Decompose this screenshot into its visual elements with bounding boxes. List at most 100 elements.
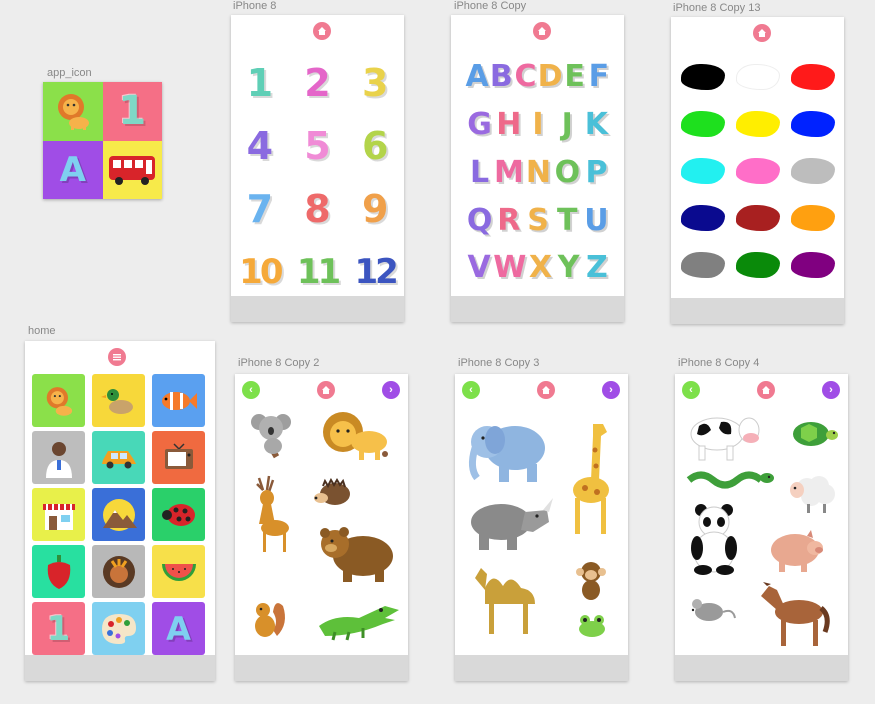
number-tile[interactable]: 1 [231, 51, 289, 114]
number-tile[interactable]: 3 [346, 51, 404, 114]
giraffe-icon[interactable] [563, 420, 619, 540]
squirrel-icon[interactable] [249, 596, 289, 640]
color-swatch-red[interactable] [785, 53, 840, 100]
color-swatch-maroon[interactable] [730, 194, 785, 241]
letter-tile[interactable]: I [523, 101, 552, 149]
color-swatch-pink[interactable] [730, 147, 785, 194]
category-nature[interactable] [92, 488, 145, 541]
home-button[interactable] [537, 381, 555, 399]
artboard-iphone8-copy13-colors[interactable] [671, 17, 844, 324]
category-vegetables[interactable] [32, 545, 85, 598]
artboard-iphone8-copy4-animals[interactable]: ‹ › [675, 374, 848, 681]
category-food[interactable] [92, 545, 145, 598]
koala-icon[interactable] [249, 410, 297, 460]
category-alphabet[interactable]: A [152, 602, 205, 655]
category-birds[interactable] [92, 374, 145, 427]
letter-tile[interactable]: K [582, 101, 611, 149]
artboard-iphone8-numbers[interactable]: 1 2 3 4 5 6 7 8 9 10 11 12 [231, 15, 404, 322]
color-swatch-gray[interactable] [675, 241, 730, 288]
letter-tile[interactable]: V [465, 245, 493, 291]
letter-tile[interactable]: Z [583, 245, 611, 291]
letter-tile[interactable]: S [523, 197, 552, 245]
color-swatch-orange[interactable] [785, 194, 840, 241]
prev-button[interactable]: ‹ [242, 381, 260, 399]
horse-icon[interactable] [755, 580, 831, 648]
home-button[interactable] [317, 381, 335, 399]
home-button[interactable] [533, 22, 551, 40]
color-swatch-green[interactable] [675, 100, 730, 147]
rhino-icon[interactable] [463, 492, 555, 554]
category-household[interactable] [152, 431, 205, 484]
elephant-icon[interactable] [463, 418, 553, 486]
color-swatch-blue[interactable] [785, 100, 840, 147]
letter-tile[interactable]: P [582, 149, 611, 197]
lion-icon[interactable] [319, 408, 391, 464]
number-tile[interactable]: 11 [289, 240, 347, 303]
letter-tile[interactable]: Y [555, 245, 583, 291]
letter-tile[interactable]: O [553, 149, 582, 197]
category-people[interactable] [32, 431, 85, 484]
category-numbers[interactable]: 1 [32, 602, 85, 655]
color-swatch-silver[interactable] [785, 147, 840, 194]
color-swatch-white[interactable] [730, 53, 785, 100]
cow-icon[interactable] [685, 408, 765, 462]
crocodile-icon[interactable] [315, 596, 401, 642]
number-tile[interactable]: 7 [231, 177, 289, 240]
category-fish[interactable] [152, 374, 205, 427]
monkey-icon[interactable] [573, 558, 609, 602]
number-tile[interactable]: 8 [289, 177, 347, 240]
letter-tile[interactable]: U [582, 197, 611, 245]
category-places[interactable] [32, 488, 85, 541]
next-button[interactable]: › [602, 381, 620, 399]
home-button[interactable] [313, 22, 331, 40]
number-tile[interactable]: 4 [231, 114, 289, 177]
snake-icon[interactable] [685, 468, 775, 492]
letter-tile[interactable]: L [465, 149, 494, 197]
letter-tile[interactable]: G [465, 101, 494, 149]
category-colors[interactable] [92, 602, 145, 655]
letter-tile[interactable]: N [524, 149, 553, 197]
letter-tile[interactable]: H [494, 101, 523, 149]
letter-tile[interactable]: J [553, 101, 582, 149]
letter-tile[interactable]: X [526, 245, 554, 291]
category-animals[interactable] [32, 374, 85, 427]
letter-tile[interactable]: M [494, 149, 524, 197]
artboard-home[interactable]: 1 A [25, 341, 215, 681]
mouse-icon[interactable] [687, 594, 737, 624]
color-swatch-purple[interactable] [785, 241, 840, 288]
color-swatch-yellow[interactable] [730, 100, 785, 147]
sheep-icon[interactable] [787, 470, 839, 514]
artboard-iphone8-copy3-animals[interactable]: ‹ › [455, 374, 628, 681]
menu-button[interactable] [108, 348, 126, 366]
camel-icon[interactable] [467, 564, 547, 638]
number-tile[interactable]: 6 [346, 114, 404, 177]
deer-icon[interactable] [245, 474, 295, 554]
letter-tile[interactable]: T [553, 197, 582, 245]
number-tile[interactable]: 2 [289, 51, 347, 114]
category-fruits[interactable] [152, 545, 205, 598]
hedgehog-icon[interactable] [313, 478, 353, 508]
letter-tile[interactable]: Q [465, 197, 494, 245]
letter-tile[interactable]: B [489, 53, 513, 101]
prev-button[interactable]: ‹ [682, 381, 700, 399]
number-tile[interactable]: 5 [289, 114, 347, 177]
letter-tile[interactable]: R [494, 197, 523, 245]
letter-tile[interactable]: W [493, 245, 526, 291]
letter-tile[interactable]: D [538, 53, 563, 101]
next-button[interactable]: › [382, 381, 400, 399]
artboard-iphone8-copy-letters[interactable]: A B C D E F G H I J K L M N O P Q R S T … [451, 15, 624, 322]
letter-tile[interactable]: A [465, 53, 489, 101]
category-insects[interactable] [152, 488, 205, 541]
number-tile[interactable]: 12 [346, 240, 404, 303]
home-button[interactable] [753, 24, 771, 42]
letter-tile[interactable]: F [587, 53, 611, 101]
pig-icon[interactable] [763, 526, 825, 574]
number-tile[interactable]: 10 [231, 240, 289, 303]
bear-icon[interactable] [317, 524, 397, 584]
artboard-iphone8-copy2-animals[interactable]: ‹ › [235, 374, 408, 681]
turtle-icon[interactable] [787, 418, 839, 450]
home-button[interactable] [757, 381, 775, 399]
letter-tile[interactable]: E [563, 53, 587, 101]
color-swatch-black[interactable] [675, 53, 730, 100]
category-vehicles[interactable] [92, 431, 145, 484]
